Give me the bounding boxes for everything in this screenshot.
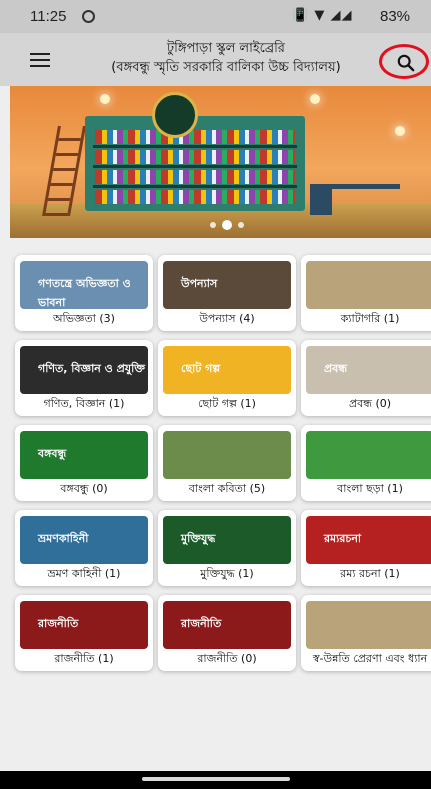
app-title-line1: টুঙ্গিপাড়া স্কুল লাইব্রেরি	[167, 41, 285, 56]
category-thumbnail: রাজনীতি	[163, 601, 291, 649]
carousel-dot-active[interactable]	[222, 220, 232, 230]
carousel-dot[interactable]	[210, 222, 216, 228]
category-thumbnail-text: বঙ্গবন্ধু	[38, 447, 67, 460]
category-card[interactable]: ক্যাটাগরি (1)	[301, 255, 431, 331]
signal-icons: 📳 ▼ ◢◢	[292, 8, 353, 23]
category-label: রাজনীতি (1)	[54, 652, 114, 665]
category-card[interactable]: প্রবন্ধ প্রবন্ধ (0)	[301, 340, 431, 416]
app-title-line2: (বঙ্গবন্ধু স্মৃতি সরকারি বালিকা উচ্চ বিদ…	[111, 60, 341, 75]
screen: 11:25 📳 ▼ ◢◢ 83% টুঙ্গিপাড়া স্কুল লাইব্…	[0, 0, 431, 789]
school-logo-seal	[152, 92, 198, 138]
category-thumbnail-text: প্রবন্ধ	[324, 362, 348, 375]
banner-carousel[interactable]	[10, 86, 431, 238]
category-card[interactable]: বাংলা ছড়া (1)	[301, 425, 431, 501]
category-card[interactable]: গণতন্ত্রে অভিজ্ঞতা ও ভাবনা অভিজ্ঞতা (3)	[15, 255, 153, 331]
category-label: উপন্যাস (4)	[199, 312, 255, 325]
category-card[interactable]: বঙ্গবন্ধু বঙ্গবন্ধু (0)	[15, 425, 153, 501]
category-card[interactable]: ভ্রমণকাহিনী ভ্রমণ কাহিনী (1)	[15, 510, 153, 586]
category-thumbnail: ছোট গল্প	[163, 346, 291, 394]
app-title: টুঙ্গিপাড়া স্কুল লাইব্রেরি (বঙ্গবন্ধু স…	[80, 39, 372, 77]
ceiling-lamp-icon	[100, 94, 110, 104]
category-thumbnail: রাজনীতি	[20, 601, 148, 649]
status-time: 11:25	[30, 8, 67, 25]
category-label: প্রবন্ধ (0)	[348, 397, 392, 410]
category-thumbnail: গণতন্ত্রে অভিজ্ঞতা ও ভাবনা	[20, 261, 148, 309]
category-thumbnail	[306, 601, 431, 649]
category-thumbnail: বঙ্গবন্ধু	[20, 431, 148, 479]
category-label: ক্যাটাগরি (1)	[340, 312, 400, 325]
category-card[interactable]: রাজনীতি রাজনীতি (0)	[158, 595, 296, 671]
category-label: স্ব-উন্নতি প্রেরণা এবং ধ্যান	[312, 652, 428, 665]
category-thumbnail: প্রবন্ধ	[306, 346, 431, 394]
wall-lamp-icon	[395, 126, 405, 136]
category-grid: গণতন্ত্রে অভিজ্ঞতা ও ভাবনা অভিজ্ঞতা (3) উপ…	[10, 255, 431, 715]
search-icon	[397, 54, 415, 72]
category-thumbnail: ভ্রমণকাহিনী	[20, 516, 148, 564]
category-thumbnail-text: ছোট গল্প	[181, 362, 221, 375]
category-label: বাংলা ছড়া (1)	[337, 482, 403, 495]
category-label: ছোট গল্প (1)	[198, 397, 256, 410]
category-label: বঙ্গবন্ধু (0)	[60, 482, 108, 495]
carousel-dot[interactable]	[238, 222, 244, 228]
app-bar: টুঙ্গিপাড়া স্কুল লাইব্রেরি (বঙ্গবন্ধু স…	[0, 33, 431, 86]
category-card[interactable]: মুক্তিযুদ্ধ মুক্তিযুদ্ধ (1)	[158, 510, 296, 586]
category-thumbnail: উপন্যাস	[163, 261, 291, 309]
category-thumbnail-text: গণিত, বিজ্ঞান ও প্রযুক্তি	[38, 362, 145, 375]
category-label: অভিজ্ঞতা (3)	[53, 312, 115, 325]
category-thumbnail-text: রাজনীতি	[181, 617, 222, 630]
wall-sign	[322, 118, 392, 126]
category-label: বাংলা কবিতা (5)	[188, 482, 266, 495]
status-bar: 11:25 📳 ▼ ◢◢ 83%	[0, 0, 431, 33]
category-card[interactable]: বাংলা কবিতা (5)	[158, 425, 296, 501]
category-card[interactable]: রম্যরচনা রম্য রচনা (1)	[301, 510, 431, 586]
ceiling-lamp-icon	[310, 94, 320, 104]
search-button[interactable]	[379, 44, 429, 79]
battery-level: 83%	[380, 8, 411, 25]
carousel-indicator[interactable]	[210, 220, 250, 230]
category-thumbnail: গণিত, বিজ্ঞান ও প্রযুক্তি	[20, 346, 148, 394]
ladder-illustration	[42, 126, 86, 216]
category-thumbnail-text: রম্যরচনা	[324, 532, 362, 545]
category-card[interactable]: গণিত, বিজ্ঞান ও প্রযুক্তি গণিত, বিজ্ঞান (…	[15, 340, 153, 416]
category-thumbnail-text: মুক্তিযুদ্ধ	[181, 532, 216, 545]
category-card[interactable]: উপন্যাস উপন্যাস (4)	[158, 255, 296, 331]
category-card[interactable]: ছোট গল্প ছোট গল্প (1)	[158, 340, 296, 416]
category-thumbnail-text: গণতন্ত্রে অভিজ্ঞতা ও ভাবনা	[38, 277, 131, 309]
system-nav-bar	[0, 771, 431, 789]
bookshelf-illustration	[85, 116, 305, 211]
menu-icon[interactable]	[30, 53, 50, 67]
category-thumbnail-text: ভ্রমণকাহিনী	[38, 532, 89, 545]
category-thumbnail	[306, 261, 431, 309]
category-label: রম্য রচনা (1)	[340, 567, 400, 580]
category-label: রাজনীতি (0)	[197, 652, 257, 665]
category-thumbnail-text: উপন্যাস	[181, 277, 218, 290]
category-thumbnail	[163, 431, 291, 479]
category-thumbnail	[306, 431, 431, 479]
category-card[interactable]: রাজনীতি রাজনীতি (1)	[15, 595, 153, 671]
category-thumbnail-text: রাজনীতি	[38, 617, 79, 630]
category-thumbnail: মুক্তিযুদ্ধ	[163, 516, 291, 564]
desk-panel	[310, 189, 332, 215]
home-gesture-pill[interactable]	[142, 777, 290, 781]
category-label: মুক্তিযুদ্ধ (1)	[200, 567, 254, 580]
category-thumbnail: রম্যরচনা	[306, 516, 431, 564]
category-card[interactable]: স্ব-উন্নতি প্রেরণা এবং ধ্যান	[301, 595, 431, 671]
category-label: গণিত, বিজ্ঞান (1)	[43, 397, 125, 410]
category-label: ভ্রমণ কাহিনী (1)	[47, 567, 121, 580]
notification-dot-icon	[82, 10, 95, 23]
